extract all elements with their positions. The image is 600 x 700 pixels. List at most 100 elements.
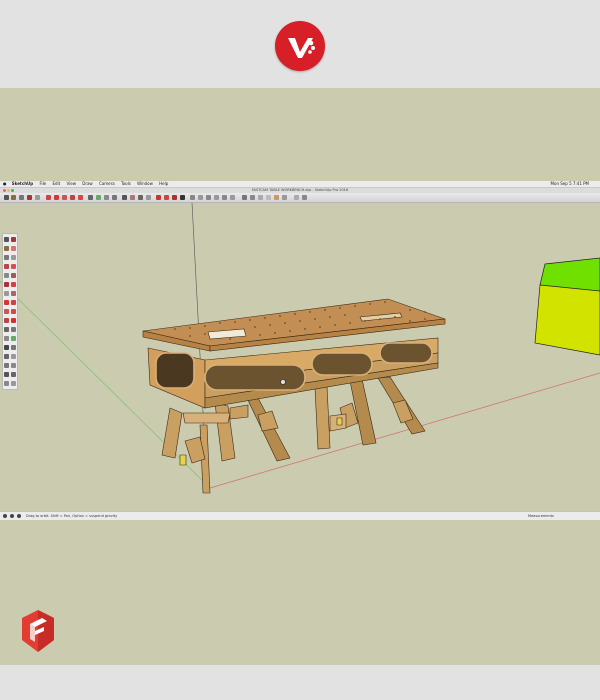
display-sections-icon[interactable] — [302, 195, 307, 200]
rotate-tool-icon[interactable] — [62, 195, 67, 200]
section-plane-icon[interactable] — [294, 195, 299, 200]
minimize-window-icon[interactable] — [7, 189, 10, 192]
hidden-line-style-icon[interactable] — [258, 195, 263, 200]
textured-style-icon[interactable] — [274, 195, 279, 200]
menu-window[interactable]: Window — [137, 181, 153, 187]
tape-measure-tool-icon[interactable] — [88, 195, 93, 200]
menu-camera[interactable]: Camera — [99, 181, 115, 187]
rotate-tool-icon[interactable] — [4, 309, 9, 314]
menubar-clock: Mon Sep 5 7:41 PM — [550, 181, 589, 186]
shape-tool-icon[interactable] — [35, 195, 40, 200]
close-window-icon[interactable] — [3, 189, 6, 192]
line-tool-icon[interactable] — [4, 255, 9, 260]
zoom-extents-tool-icon[interactable] — [4, 363, 9, 368]
line-tool-icon[interactable] — [19, 195, 24, 200]
push-pull-tool-icon[interactable] — [11, 300, 16, 305]
top-banner — [0, 0, 600, 88]
menu-file[interactable]: File — [39, 181, 46, 187]
eraser-tool-icon[interactable] — [11, 246, 16, 251]
axes-tool-icon[interactable] — [104, 195, 109, 200]
sketchup-screen: ● SketchUp File Edit View Draw Camera To… — [0, 181, 600, 520]
pan-tool-icon[interactable] — [130, 195, 135, 200]
view-iso-icon[interactable] — [190, 195, 195, 200]
pie-tool-icon[interactable] — [11, 282, 16, 287]
menu-help[interactable]: Help — [159, 181, 168, 187]
menu-edit[interactable]: Edit — [52, 181, 60, 187]
rectangle-tool-icon[interactable] — [4, 264, 9, 269]
text-tool-icon[interactable] — [11, 336, 16, 341]
protractor-tool-icon[interactable] — [4, 336, 9, 341]
share-model-icon[interactable] — [164, 195, 169, 200]
wireframe-style-icon[interactable] — [250, 195, 255, 200]
zoom-extents-tool-icon[interactable] — [146, 195, 151, 200]
offset-tool-icon[interactable] — [11, 318, 16, 323]
previous-view-tool-icon[interactable] — [11, 363, 16, 368]
select-tool-icon[interactable] — [4, 195, 9, 200]
circle-tool-icon[interactable] — [4, 273, 9, 278]
arc-tool-icon[interactable] — [27, 195, 32, 200]
polygon-tool-icon[interactable] — [11, 273, 16, 278]
model-viewport[interactable] — [0, 202, 600, 511]
arc-tool-icon[interactable] — [4, 282, 9, 287]
orbit-tool-icon[interactable] — [4, 345, 9, 350]
three-point-arc-tool-icon[interactable] — [11, 291, 16, 296]
sketchup-logo — [18, 609, 58, 657]
zoom-tool-icon[interactable] — [4, 354, 9, 359]
menu-tools[interactable]: Tools — [121, 181, 131, 187]
push-pull-tool-icon[interactable] — [46, 195, 51, 200]
menu-draw[interactable]: Draw — [82, 181, 92, 187]
workbench-model[interactable] — [142, 298, 446, 494]
offset-tool-icon[interactable] — [78, 195, 83, 200]
menu-view[interactable]: View — [66, 181, 76, 187]
walk-tool-icon[interactable] — [4, 381, 9, 386]
shaded-style-icon[interactable] — [266, 195, 271, 200]
view-back-icon[interactable] — [222, 195, 227, 200]
left-tool-palette — [2, 233, 18, 390]
extension-warehouse-icon[interactable] — [172, 195, 177, 200]
geo-location-icon[interactable] — [3, 514, 7, 518]
menu-app-name[interactable]: SketchUp — [12, 181, 33, 187]
orbit-tool-icon[interactable] — [122, 195, 127, 200]
dimension-tool-icon[interactable] — [11, 327, 16, 332]
pan-tool-icon[interactable] — [11, 345, 16, 350]
sketchup-logo-icon — [22, 610, 54, 652]
position-camera-tool-icon[interactable] — [4, 372, 9, 377]
window-title: FASTCAM TABLE WORKBENCH.skp - SketchUp P… — [251, 188, 349, 192]
user-account-icon[interactable] — [17, 514, 21, 518]
view-front-icon[interactable] — [206, 195, 211, 200]
eraser-tool-icon[interactable] — [11, 195, 16, 200]
make-component-tool-icon[interactable] — [11, 237, 16, 242]
green-box[interactable] — [534, 257, 600, 356]
freehand-tool-icon[interactable] — [11, 255, 16, 260]
credits-icon[interactable] — [10, 514, 14, 518]
measurements-box[interactable]: Measurements — [528, 512, 554, 520]
xray-style-icon[interactable] — [242, 195, 247, 200]
status-bar: Drag to orbit. Shift = Pan, Option = sus… — [0, 511, 600, 520]
layout-icon[interactable] — [180, 195, 185, 200]
rotated-rectangle-tool-icon[interactable] — [11, 264, 16, 269]
look-around-tool-icon[interactable] — [11, 372, 16, 377]
section-plane-tool-icon[interactable] — [11, 381, 16, 386]
view-right-icon[interactable] — [214, 195, 219, 200]
move-tool-icon[interactable] — [4, 300, 9, 305]
warehouse-icon[interactable] — [156, 195, 161, 200]
scale-tool-icon[interactable] — [70, 195, 75, 200]
text-tool-icon[interactable] — [96, 195, 101, 200]
two-point-arc-tool-icon[interactable] — [4, 291, 9, 296]
move-tool-icon[interactable] — [54, 195, 59, 200]
scale-tool-icon[interactable] — [4, 318, 9, 323]
paint-bucket-tool-icon[interactable] — [112, 195, 117, 200]
apple-icon[interactable]: ● — [3, 181, 7, 187]
tape-measure-tool-icon[interactable] — [4, 327, 9, 332]
select-tool-icon[interactable] — [4, 237, 9, 242]
view-top-icon[interactable] — [198, 195, 203, 200]
status-hint: Drag to orbit. Shift = Pan, Option = sus… — [26, 514, 118, 518]
paint-tool-icon[interactable] — [4, 246, 9, 251]
brand-logo-icon — [288, 38, 315, 58]
monochrome-style-icon[interactable] — [282, 195, 287, 200]
zoom-window-icon[interactable] — [11, 189, 14, 192]
zoom-tool-icon[interactable] — [138, 195, 143, 200]
view-left-icon[interactable] — [230, 195, 235, 200]
zoom-window-tool-icon[interactable] — [11, 354, 16, 359]
follow-me-tool-icon[interactable] — [11, 309, 16, 314]
